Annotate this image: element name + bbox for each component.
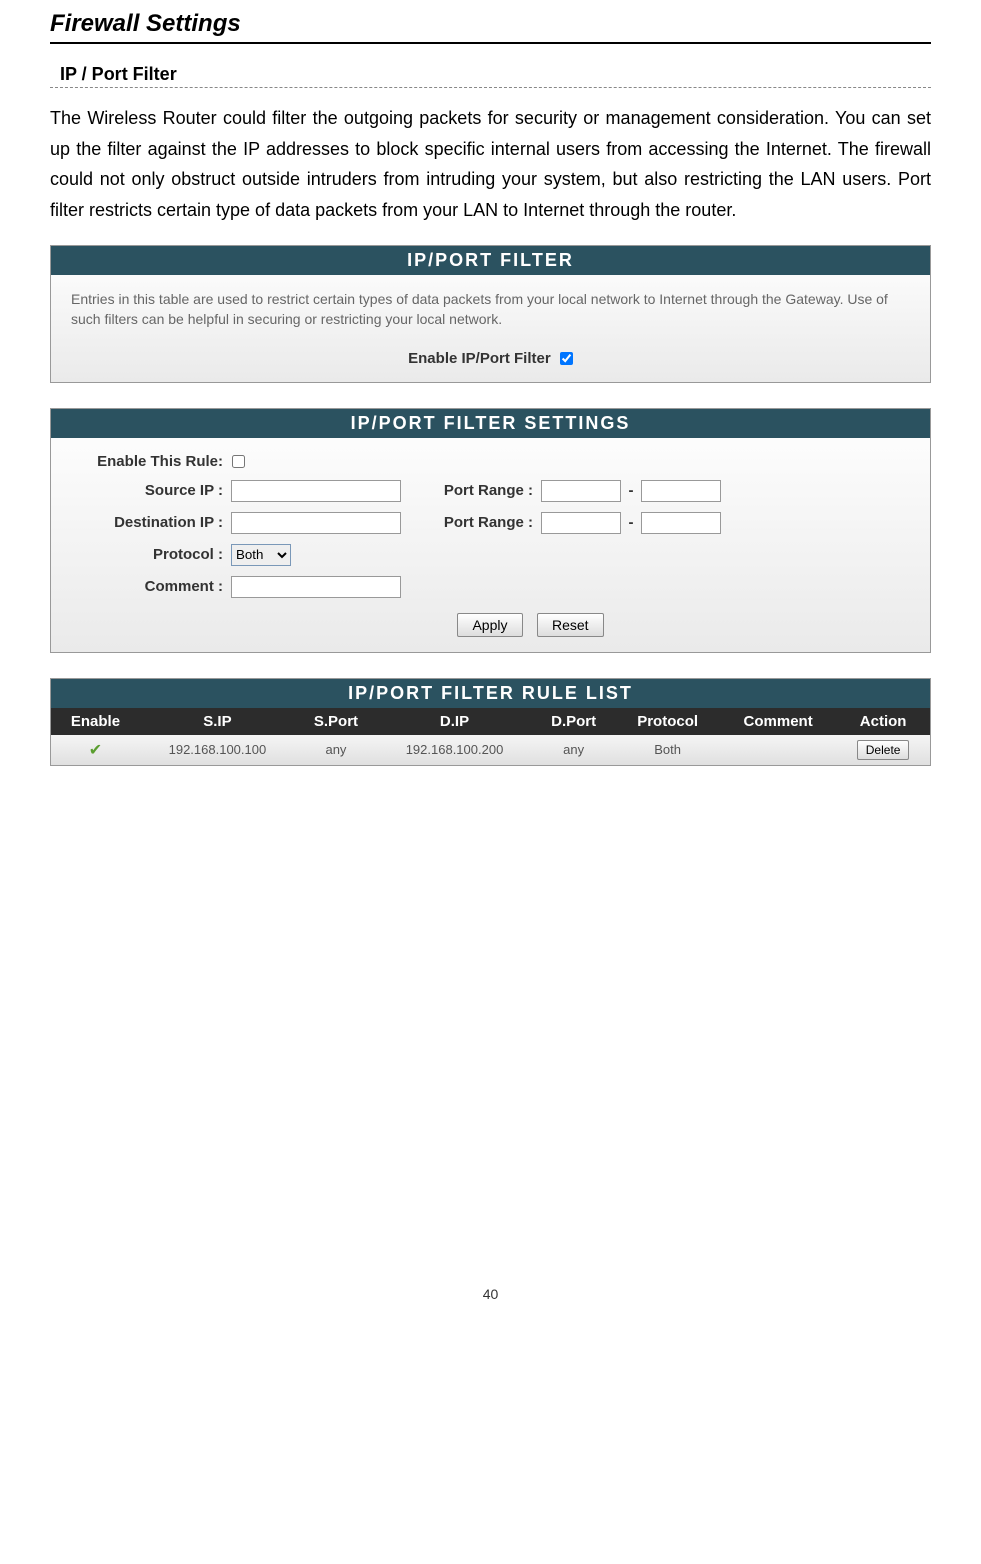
col-dport: D.Port (532, 708, 615, 735)
divider (50, 87, 931, 88)
enable-filter-label: Enable IP/Port Filter (408, 350, 551, 367)
dst-port-range-start-input[interactable] (541, 512, 621, 534)
col-protocol: Protocol (615, 708, 720, 735)
delete-button[interactable]: Delete (857, 740, 910, 760)
reset-button[interactable]: Reset (537, 613, 604, 637)
comment-label: Comment : (71, 578, 231, 595)
dash: - (621, 482, 641, 499)
table-header-row: Enable S.IP S.Port D.IP D.Port Protocol … (51, 708, 930, 735)
page-heading: Firewall Settings (50, 10, 931, 44)
destination-ip-input[interactable] (231, 512, 401, 534)
section-title: IP / Port Filter (50, 64, 931, 85)
rule-list-panel: IP/PORT FILTER RULE LIST Enable S.IP S.P… (50, 678, 931, 766)
ip-port-filter-settings-panel: IP/PORT FILTER SETTINGS Enable This Rule… (50, 408, 931, 653)
cell-dport: any (532, 735, 615, 765)
enable-rule-checkbox[interactable] (232, 455, 245, 468)
src-port-range-start-input[interactable] (541, 480, 621, 502)
panel-title: IP/PORT FILTER (51, 246, 930, 275)
dst-port-range-label: Port Range : (401, 514, 541, 531)
src-port-range-label: Port Range : (401, 482, 541, 499)
protocol-select[interactable]: Both (231, 544, 291, 566)
col-sport: S.Port (295, 708, 377, 735)
src-port-range-end-input[interactable] (641, 480, 721, 502)
protocol-label: Protocol : (71, 546, 231, 563)
cell-sport: any (295, 735, 377, 765)
cell-comment (720, 735, 836, 765)
dst-port-range-end-input[interactable] (641, 512, 721, 534)
table-row: ✔ 192.168.100.100 any 192.168.100.200 an… (51, 735, 930, 765)
apply-button[interactable]: Apply (457, 613, 522, 637)
body-paragraph: The Wireless Router could filter the out… (50, 103, 931, 225)
panel-title: IP/PORT FILTER RULE LIST (51, 679, 930, 708)
page-number: 40 (50, 1286, 931, 1302)
dash: - (621, 514, 641, 531)
cell-dip: 192.168.100.200 (377, 735, 532, 765)
enable-rule-label: Enable This Rule: (71, 453, 223, 470)
col-comment: Comment (720, 708, 836, 735)
cell-protocol: Both (615, 735, 720, 765)
col-dip: D.IP (377, 708, 532, 735)
cell-sip: 192.168.100.100 (140, 735, 295, 765)
panel-title: IP/PORT FILTER SETTINGS (51, 409, 930, 438)
panel-description: Entries in this table are used to restri… (71, 290, 910, 329)
source-ip-input[interactable] (231, 480, 401, 502)
rule-list-table: Enable S.IP S.Port D.IP D.Port Protocol … (51, 708, 930, 765)
enable-filter-checkbox[interactable] (560, 352, 573, 365)
col-enable: Enable (51, 708, 140, 735)
ip-port-filter-panel: IP/PORT FILTER Entries in this table are… (50, 245, 931, 382)
col-action: Action (836, 708, 930, 735)
destination-ip-label: Destination IP : (71, 514, 231, 531)
comment-input[interactable] (231, 576, 401, 598)
col-sip: S.IP (140, 708, 295, 735)
source-ip-label: Source IP : (71, 482, 231, 499)
check-icon: ✔ (89, 742, 102, 759)
